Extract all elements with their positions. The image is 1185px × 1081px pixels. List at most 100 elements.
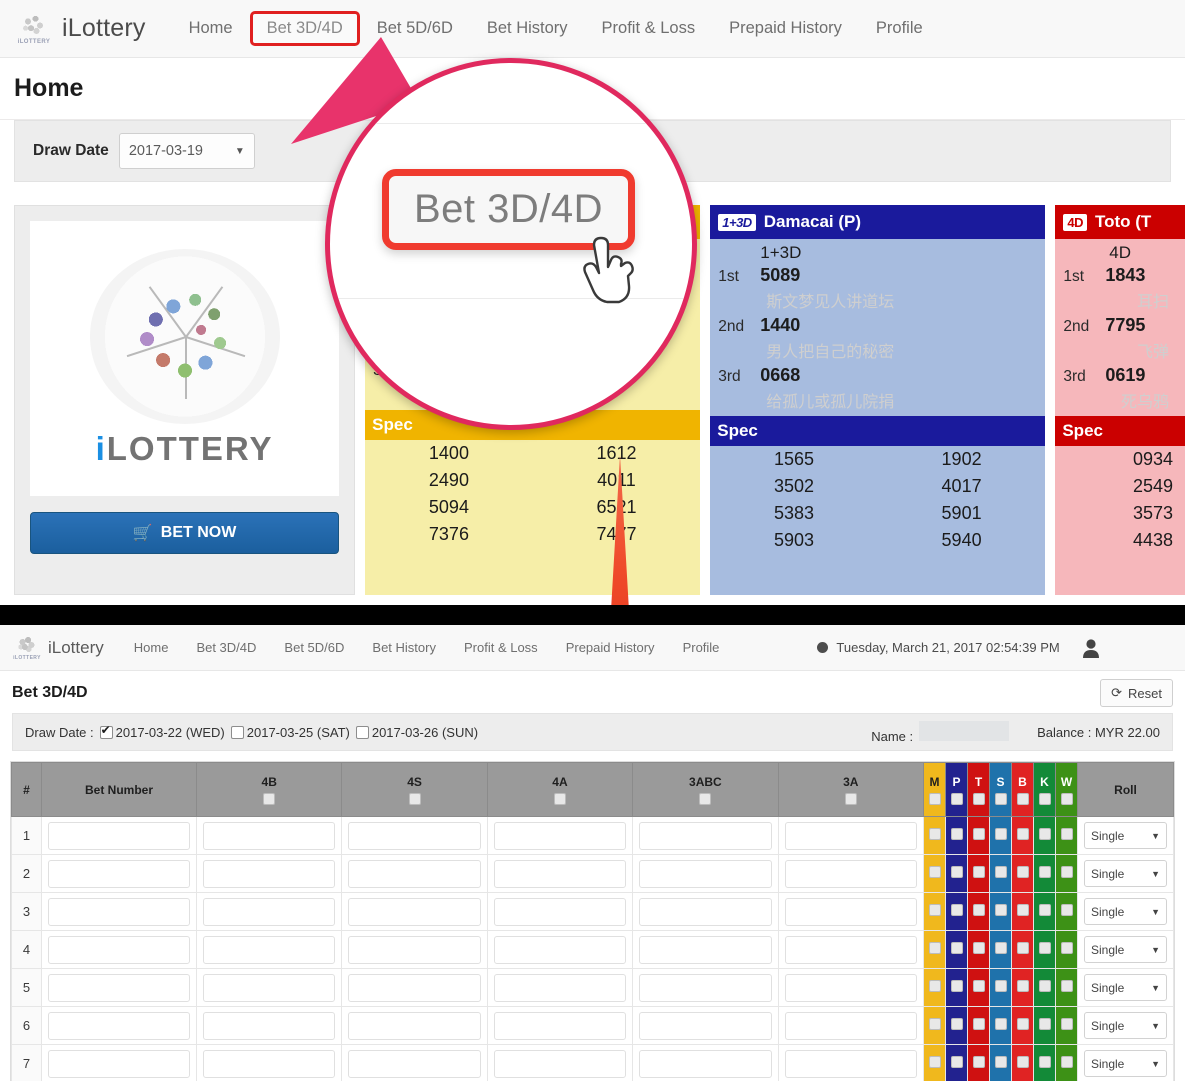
amount-input-3abc[interactable] bbox=[639, 897, 772, 926]
company-checkbox-s[interactable] bbox=[994, 1017, 1007, 1030]
roll-select[interactable]: Single ▼ bbox=[1084, 936, 1167, 963]
company-checkbox-t[interactable] bbox=[972, 1017, 985, 1030]
amount-input-3a[interactable] bbox=[784, 935, 917, 964]
company-checkbox-p[interactable] bbox=[950, 979, 963, 992]
company-checkbox-p[interactable] bbox=[950, 1055, 963, 1068]
company-checkbox-b[interactable] bbox=[1016, 903, 1029, 916]
amount-input-3abc[interactable] bbox=[639, 821, 772, 850]
col-company-m-checkbox[interactable] bbox=[928, 792, 941, 805]
company-checkbox-t[interactable] bbox=[972, 979, 985, 992]
bet-number-input[interactable] bbox=[48, 1049, 190, 1078]
company-checkbox-t[interactable] bbox=[972, 1055, 985, 1068]
amount-input-4b[interactable] bbox=[203, 973, 336, 1002]
company-checkbox-t[interactable] bbox=[972, 865, 985, 878]
company-checkbox-k[interactable] bbox=[1038, 903, 1051, 916]
company-checkbox-s[interactable] bbox=[994, 941, 1007, 954]
roll-select[interactable]: Single ▼ bbox=[1084, 860, 1167, 887]
amount-input-3a[interactable] bbox=[784, 1011, 917, 1040]
col-3abc-checkbox[interactable] bbox=[699, 792, 712, 805]
amount-input-4a[interactable] bbox=[493, 1011, 627, 1040]
company-checkbox-m[interactable] bbox=[928, 903, 941, 916]
roll-select[interactable]: Single ▼ bbox=[1084, 1050, 1167, 1077]
col-company-p-checkbox[interactable] bbox=[950, 792, 963, 805]
reset-button[interactable]: ⟳ Reset bbox=[1100, 679, 1173, 707]
draw-date-select[interactable]: 2017-03-19 ▼ bbox=[118, 133, 255, 169]
amount-input-4b[interactable] bbox=[203, 821, 336, 850]
amount-input-3abc[interactable] bbox=[639, 935, 772, 964]
company-checkbox-w[interactable] bbox=[1060, 827, 1073, 840]
amount-input-3abc[interactable] bbox=[639, 1011, 772, 1040]
company-checkbox-s[interactable] bbox=[994, 979, 1007, 992]
bet-number-input[interactable] bbox=[48, 1011, 190, 1040]
draw-date-checkbox-3[interactable] bbox=[355, 725, 369, 739]
amount-input-4s[interactable] bbox=[348, 1049, 481, 1078]
amount-input-3a[interactable] bbox=[784, 897, 917, 926]
company-checkbox-s[interactable] bbox=[994, 903, 1007, 916]
company-checkbox-k[interactable] bbox=[1038, 827, 1051, 840]
company-checkbox-w[interactable] bbox=[1060, 903, 1073, 916]
company-checkbox-s[interactable] bbox=[994, 827, 1007, 840]
nav2-item-home[interactable]: Home bbox=[120, 634, 183, 661]
company-checkbox-w[interactable] bbox=[1060, 1017, 1073, 1030]
col-4a-checkbox[interactable] bbox=[553, 792, 566, 805]
company-checkbox-k[interactable] bbox=[1038, 865, 1051, 878]
company-checkbox-m[interactable] bbox=[928, 827, 941, 840]
company-checkbox-k[interactable] bbox=[1038, 979, 1051, 992]
amount-input-3a[interactable] bbox=[784, 821, 917, 850]
bet-now-button[interactable]: 🛒 BET NOW bbox=[30, 512, 340, 554]
roll-select[interactable]: Single ▼ bbox=[1084, 822, 1167, 849]
roll-select[interactable]: Single ▼ bbox=[1084, 1012, 1167, 1039]
company-checkbox-w[interactable] bbox=[1060, 1055, 1073, 1068]
bet-number-input[interactable] bbox=[48, 821, 190, 850]
company-checkbox-t[interactable] bbox=[972, 903, 985, 916]
col-company-w-checkbox[interactable] bbox=[1060, 792, 1073, 805]
amount-input-4a[interactable] bbox=[493, 935, 627, 964]
company-checkbox-b[interactable] bbox=[1016, 827, 1029, 840]
draw-date-checkbox-1[interactable] bbox=[99, 723, 113, 739]
amount-input-4a[interactable] bbox=[493, 859, 627, 888]
nav2-item-bet-5d6d[interactable]: Bet 5D/6D bbox=[270, 634, 358, 661]
user-account-icon[interactable] bbox=[1082, 638, 1100, 658]
draw-date-checkbox-2[interactable] bbox=[230, 725, 244, 739]
company-checkbox-w[interactable] bbox=[1060, 941, 1073, 954]
company-checkbox-p[interactable] bbox=[950, 903, 963, 916]
company-checkbox-m[interactable] bbox=[928, 1017, 941, 1030]
company-checkbox-s[interactable] bbox=[994, 865, 1007, 878]
nav-item-profile[interactable]: Profile bbox=[859, 11, 940, 46]
brand[interactable]: iLOTTERY iLottery bbox=[14, 8, 146, 50]
amount-input-3a[interactable] bbox=[784, 1049, 917, 1078]
company-checkbox-k[interactable] bbox=[1038, 1017, 1051, 1030]
company-checkbox-b[interactable] bbox=[1016, 979, 1029, 992]
amount-input-3a[interactable] bbox=[784, 859, 917, 888]
nav2-item-profile[interactable]: Profile bbox=[669, 634, 734, 661]
amount-input-4s[interactable] bbox=[348, 973, 481, 1002]
nav-item-bet-history[interactable]: Bet History bbox=[470, 11, 585, 46]
bet-number-input[interactable] bbox=[48, 859, 190, 888]
amount-input-3a[interactable] bbox=[784, 973, 917, 1002]
company-checkbox-b[interactable] bbox=[1016, 1017, 1029, 1030]
amount-input-4b[interactable] bbox=[203, 1049, 336, 1078]
roll-select[interactable]: Single ▼ bbox=[1084, 974, 1167, 1001]
nav-item-profit-loss[interactable]: Profit & Loss bbox=[585, 11, 713, 46]
amount-input-4s[interactable] bbox=[348, 897, 481, 926]
brand-bottom[interactable]: iLOTTERY iLottery bbox=[12, 632, 104, 664]
amount-input-3abc[interactable] bbox=[639, 973, 772, 1002]
amount-input-4a[interactable] bbox=[493, 821, 627, 850]
company-checkbox-p[interactable] bbox=[950, 865, 963, 878]
col-4b-checkbox[interactable] bbox=[263, 792, 276, 805]
amount-input-4b[interactable] bbox=[203, 859, 336, 888]
amount-input-4b[interactable] bbox=[203, 897, 336, 926]
company-checkbox-b[interactable] bbox=[1016, 941, 1029, 954]
col-4s-checkbox[interactable] bbox=[408, 792, 421, 805]
amount-input-4s[interactable] bbox=[348, 935, 481, 964]
col-company-t-checkbox[interactable] bbox=[972, 792, 985, 805]
company-checkbox-b[interactable] bbox=[1016, 1055, 1029, 1068]
bet-number-input[interactable] bbox=[48, 935, 190, 964]
company-checkbox-m[interactable] bbox=[928, 941, 941, 954]
nav2-item-profit-loss[interactable]: Profit & Loss bbox=[450, 634, 552, 661]
bet-number-input[interactable] bbox=[48, 973, 190, 1002]
nav-item-prepaid-history[interactable]: Prepaid History bbox=[712, 11, 859, 46]
company-checkbox-m[interactable] bbox=[928, 1055, 941, 1068]
company-checkbox-t[interactable] bbox=[972, 941, 985, 954]
company-checkbox-w[interactable] bbox=[1060, 865, 1073, 878]
